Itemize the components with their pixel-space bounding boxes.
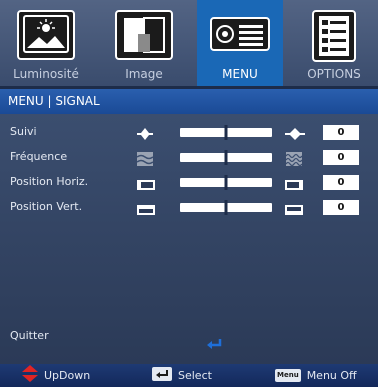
setting-row-position-vert[interactable]: Position Vert. 0 [0, 199, 378, 217]
tab-image[interactable]: Image [100, 0, 188, 86]
setting-label: Position Horiz. [10, 175, 89, 188]
menu-header: MENU | SIGNAL [0, 89, 378, 114]
menu-key-icon: Menu [275, 369, 301, 382]
up-down-arrows-icon [22, 365, 38, 386]
frequency-high-icon [285, 151, 303, 170]
luminosity-picture-icon [17, 10, 75, 64]
tab-label: MENU [222, 67, 258, 81]
setting-row-suivi[interactable]: Suivi 0 [0, 124, 378, 142]
vertical-down-icon [137, 201, 155, 220]
tracking-slider[interactable] [180, 125, 272, 140]
footer-hint-bar: UpDown Select Menu Menu Off [0, 364, 378, 387]
value-field: 0 [323, 175, 359, 190]
frequency-slider[interactable] [180, 150, 272, 165]
page-title: MENU | SIGNAL [8, 94, 100, 108]
slider-thumb[interactable] [224, 175, 228, 190]
horizontal-position-slider[interactable] [180, 175, 272, 190]
setting-row-frequence[interactable]: Fréquence 0 [0, 149, 378, 167]
hint-label: Menu Off [306, 369, 357, 382]
settings-panel: Suivi 0 Fréquence 0 Position Horiz. 0 Po… [0, 114, 378, 364]
image-contrast-icon [115, 10, 173, 64]
hint-label: UpDown [44, 369, 91, 382]
slider-thumb[interactable] [224, 150, 228, 165]
tab-label: Image [125, 67, 163, 81]
frequency-low-icon [136, 151, 154, 170]
options-list-icon [312, 10, 356, 66]
vertical-position-slider[interactable] [180, 200, 272, 215]
horizontal-right-icon [285, 176, 303, 195]
tracking-wide-icon [285, 126, 305, 145]
horizontal-left-icon [137, 176, 155, 195]
enter-key-icon [152, 366, 172, 385]
tab-label: Luminosité [13, 67, 79, 81]
slider-thumb[interactable] [224, 200, 228, 215]
hint-updown: UpDown [22, 364, 90, 387]
hint-menu-off: Menu Menu Off [275, 364, 357, 387]
value-field: 0 [323, 200, 359, 215]
setting-label: Position Vert. [10, 200, 83, 213]
projector-menu-icon [210, 14, 270, 58]
hint-label: Select [178, 369, 212, 382]
value-field: 0 [323, 150, 359, 165]
enter-return-icon[interactable] [207, 336, 223, 355]
value-field: 0 [323, 125, 359, 140]
hint-select: Select [152, 364, 212, 387]
vertical-up-icon [285, 201, 303, 220]
setting-row-position-horiz[interactable]: Position Horiz. 0 [0, 174, 378, 192]
tab-luminosite[interactable]: Luminosité [0, 0, 92, 86]
tab-label: OPTIONS [307, 67, 361, 81]
tab-menu[interactable]: MENU [197, 0, 283, 86]
setting-label: Suivi [10, 125, 37, 138]
tab-bar: Luminosité Image MENU OPTIONS [0, 0, 378, 86]
setting-label: Fréquence [10, 150, 68, 163]
tracking-narrow-icon [136, 126, 154, 145]
tab-options[interactable]: OPTIONS [290, 0, 378, 86]
slider-thumb[interactable] [224, 125, 228, 140]
quit-menu-item[interactable]: Quitter [10, 329, 49, 342]
